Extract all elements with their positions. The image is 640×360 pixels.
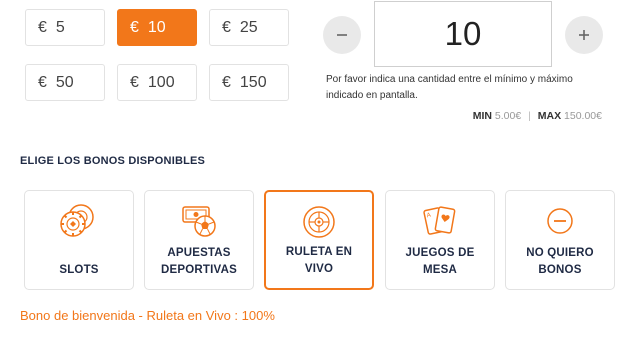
amount-button-5[interactable]: € 5 xyxy=(25,9,105,46)
plus-icon xyxy=(579,30,589,40)
amount-input-value: 10 xyxy=(444,15,482,52)
amount-value: 50 xyxy=(55,73,74,91)
currency-symbol: € xyxy=(222,73,231,91)
amount-value: 100 xyxy=(147,73,175,91)
currency-symbol: € xyxy=(130,18,139,36)
amount-hint-text: Por favor indica una cantidad entre el m… xyxy=(326,74,573,101)
increase-button[interactable] xyxy=(565,16,603,54)
bonus-card-slots[interactable]: SLOTS xyxy=(24,190,134,290)
min-label: MIN xyxy=(472,110,492,122)
bonus-card-no-bonus[interactable]: NO QUIERO BONOS xyxy=(505,190,615,290)
currency-symbol: € xyxy=(38,73,47,91)
decrease-button[interactable] xyxy=(323,16,361,54)
amount-value: 10 xyxy=(147,18,166,36)
amount-value: 150 xyxy=(239,73,267,91)
bonus-card-label: NO QUIERO BONOS xyxy=(506,245,614,279)
bonus-card-table-games[interactable]: A JUEGOS DE MESA xyxy=(385,190,495,290)
bonus-label-line2: DEPORTIVAS xyxy=(161,264,237,276)
bonus-label-line1: JUEGOS DE xyxy=(405,247,475,259)
no-bonus-icon xyxy=(544,203,576,239)
amount-limits: MIN 5.00€ | MAX 150.00€ xyxy=(473,110,602,122)
bonus-label-line1: RULETA EN xyxy=(285,246,353,258)
welcome-bonus-text: Bono de bienvenida - Ruleta en Vivo : 10… xyxy=(20,308,275,323)
bonus-label-line1: NO QUIERO xyxy=(526,247,594,259)
bonus-label-line1: SLOTS xyxy=(59,264,99,276)
bonus-label-line2: VIVO xyxy=(304,263,334,275)
bonus-card-label: RULETA EN VIVO xyxy=(266,244,372,278)
amount-input[interactable]: 10 xyxy=(374,1,552,67)
amount-value: 25 xyxy=(239,18,258,36)
sports-betting-icon xyxy=(177,203,221,239)
amount-value: 5 xyxy=(55,18,65,36)
amount-button-50[interactable]: € 50 xyxy=(25,64,105,101)
minus-icon xyxy=(337,34,347,36)
bonus-label-line1: APUESTAS xyxy=(167,247,231,259)
bonus-label-line2: MESA xyxy=(422,264,458,276)
bonus-section-title: ELIGE LOS BONOS DISPONIBLES xyxy=(20,155,206,167)
playing-cards-icon: A xyxy=(420,203,460,239)
bonus-card-label: SLOTS xyxy=(25,262,133,279)
bonus-card-label: APUESTAS DEPORTIVAS xyxy=(145,245,253,279)
amount-button-25[interactable]: € 25 xyxy=(209,9,289,46)
currency-symbol: € xyxy=(222,18,231,36)
roulette-icon xyxy=(301,204,337,240)
max-label: MAX xyxy=(537,110,562,122)
max-value: 150.00€ xyxy=(564,110,602,122)
min-value: 5.00€ xyxy=(494,110,522,122)
bonus-card-roulette[interactable]: RULETA EN VIVO xyxy=(264,190,374,290)
bonus-card-label: JUEGOS DE MESA xyxy=(386,245,494,279)
amount-button-150[interactable]: € 150 xyxy=(209,64,289,101)
bonus-card-sports[interactable]: APUESTAS DEPORTIVAS xyxy=(144,190,254,290)
amount-button-10[interactable]: € 10 xyxy=(117,9,197,46)
currency-symbol: € xyxy=(130,73,139,91)
currency-symbol: € xyxy=(38,18,47,36)
amount-button-100[interactable]: € 100 xyxy=(117,64,197,101)
bonus-label-line2: BONOS xyxy=(538,264,582,276)
limits-separator: | xyxy=(528,110,531,122)
slots-chips-icon xyxy=(57,203,101,239)
